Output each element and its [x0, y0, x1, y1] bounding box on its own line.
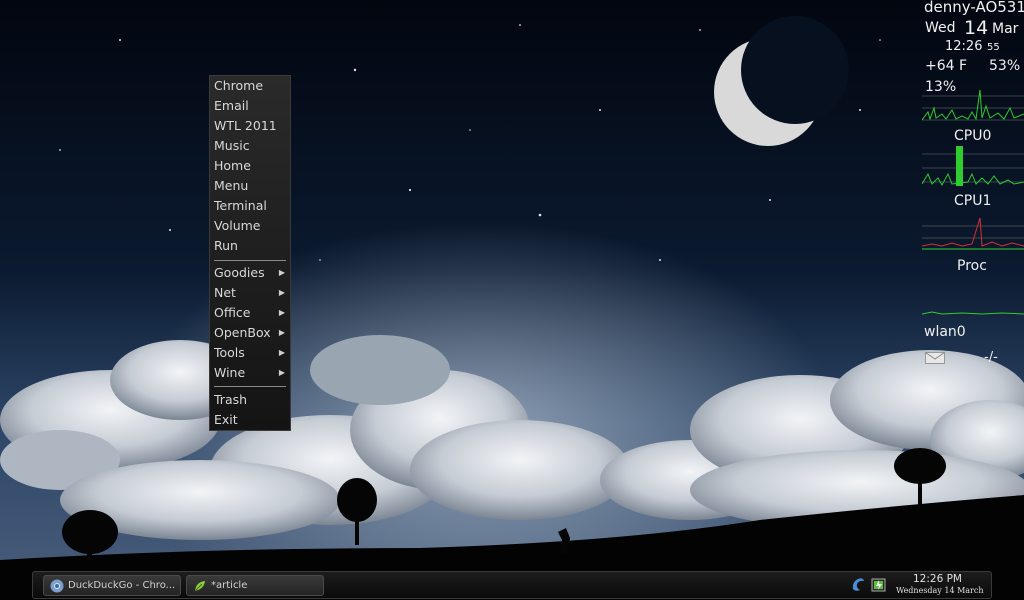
mail-count: -/- [984, 350, 998, 365]
mail-icon [925, 352, 945, 364]
taskbar: DuckDuckGo - Chro... *article 12:26 PM W… [32, 571, 992, 599]
conky-monitor: denny-AO531 Wed 14 Mar 12:26 55 +64 F 53… [922, 0, 1024, 380]
battery-percent: 53% [989, 58, 1021, 74]
proc-graph [922, 217, 1024, 250]
submenu-net[interactable]: Net ▶ [210, 283, 290, 303]
submenu-arrow-icon: ▶ [278, 368, 285, 377]
submenu-arrow-icon: ▶ [278, 328, 285, 337]
submenu-tools[interactable]: Tools ▶ [210, 343, 290, 363]
submenu-goodies[interactable]: Goodies ▶ [210, 263, 290, 283]
menu-item-trash[interactable]: Trash [210, 390, 290, 410]
cpu1-label: CPU1 [954, 193, 992, 209]
submenu-wine[interactable]: Wine ▶ [210, 363, 290, 383]
menu-item-run[interactable]: Run [210, 236, 290, 256]
taskbar-clock-date[interactable]: Wednesday 14 March [896, 586, 984, 595]
menu-separator [214, 386, 286, 387]
menu-item-home[interactable]: Home [210, 156, 290, 176]
submenu-label: Net [214, 285, 236, 300]
task-label: *article [211, 580, 248, 591]
submenu-openbox[interactable]: OpenBox ▶ [210, 323, 290, 343]
submenu-label: Tools [214, 345, 245, 360]
chrome-icon [50, 579, 64, 593]
menu-item-volume[interactable]: Volume [210, 216, 290, 236]
proc-label: Proc [957, 258, 987, 274]
submenu-label: OpenBox [214, 325, 271, 340]
network-tray-icon[interactable] [851, 577, 865, 593]
wlan0-graph [922, 311, 1024, 315]
time-display: 12:26 [945, 39, 983, 54]
menu-item-terminal[interactable]: Terminal [210, 196, 290, 216]
menu-item-music[interactable]: Music [210, 136, 290, 156]
desktop-wallpaper [0, 0, 1024, 600]
battery-tray-icon[interactable] [871, 577, 887, 593]
submenu-label: Wine [214, 365, 246, 380]
submenu-label: Office [214, 305, 251, 320]
menu-item-chrome[interactable]: Chrome [210, 76, 290, 96]
menu-item-menu[interactable]: Menu [210, 176, 290, 196]
temperature: +64 F [925, 58, 968, 74]
submenu-arrow-icon: ▶ [278, 268, 285, 277]
submenu-arrow-icon: ▶ [278, 348, 285, 357]
wlan0-label: wlan0 [924, 324, 966, 340]
date-day: 14 [964, 17, 989, 39]
time-seconds: 55 [987, 42, 1000, 53]
menu-item-exit[interactable]: Exit [210, 410, 290, 430]
task-label: DuckDuckGo - Chro... [68, 580, 176, 591]
hostname: denny-AO531 [924, 0, 1024, 16]
cpu0-label: CPU0 [954, 128, 992, 144]
menu-item-email[interactable]: Email [210, 96, 290, 116]
menu-item-wtl-2011[interactable]: WTL 2011 [210, 116, 290, 136]
desktop-root-menu: Chrome Email WTL 2011 Music Home Menu Te… [209, 75, 291, 431]
submenu-arrow-icon: ▶ [278, 308, 285, 317]
task-duckduckgo-chrome[interactable]: DuckDuckGo - Chro... [43, 575, 181, 596]
cpu0-graph [922, 89, 1024, 121]
taskbar-clock-time[interactable]: 12:26 PM [913, 573, 962, 585]
menu-separator [214, 260, 286, 261]
editor-leaf-icon [194, 581, 205, 592]
submenu-arrow-icon: ▶ [278, 288, 285, 297]
submenu-office[interactable]: Office ▶ [210, 303, 290, 323]
date-weekday: Wed [925, 20, 956, 36]
submenu-label: Goodies [214, 265, 265, 280]
task-article[interactable]: *article [186, 575, 324, 596]
cpu1-graph [922, 146, 1024, 187]
date-month: Mar [992, 21, 1019, 37]
